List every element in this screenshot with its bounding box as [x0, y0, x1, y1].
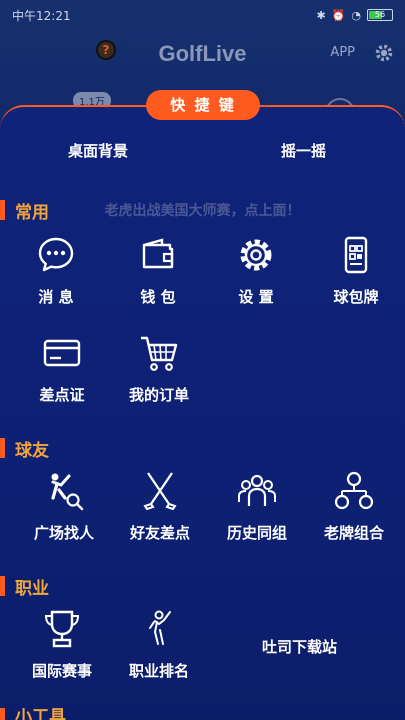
- crossed-clubs-icon: [137, 468, 183, 514]
- panel-title: 快 捷 键: [146, 90, 260, 120]
- battery-level: 56: [374, 10, 386, 19]
- shortcut-bag-tag[interactable]: 球包牌: [306, 232, 405, 322]
- top-actions: 桌面背景 摇一摇: [0, 140, 405, 164]
- wifi-icon: ◔: [351, 8, 361, 22]
- shortcut-label: 设 置: [238, 288, 274, 306]
- golfer-search-icon: [41, 468, 87, 514]
- card-icon: [39, 330, 85, 376]
- qr-tag-icon: [333, 232, 379, 278]
- section-title-pro: 职业: [0, 574, 49, 599]
- app-title: GolfLive: [158, 41, 247, 66]
- shortcut-handicap-card[interactable]: 差点证: [12, 330, 112, 420]
- shortcut-friend-handicap[interactable]: 好友差点: [110, 468, 210, 558]
- bluetooth-icon: ✱: [316, 8, 326, 22]
- status-icons: ✱ ⏰ ◔ 56: [316, 9, 393, 22]
- shortcut-label: 历史同组: [226, 524, 287, 542]
- shortcut-messages[interactable]: 消 息: [6, 232, 106, 322]
- shortcut-label: 我的订单: [128, 386, 189, 404]
- shortcut-wallet[interactable]: 钱 包: [108, 232, 208, 322]
- shortcut-label: 广场找人: [33, 524, 94, 542]
- section-title-tools: 小工具: [0, 708, 66, 720]
- section-title-common: 常用: [0, 198, 49, 223]
- shortcut-label: 球包牌: [333, 288, 379, 306]
- gear-icon: [233, 232, 279, 278]
- shortcut-label: 钱 包: [140, 288, 176, 306]
- shortcut-international-events[interactable]: 国际赛事: [12, 606, 112, 696]
- shortcut-old-combo[interactable]: 老牌组合: [304, 468, 404, 558]
- alarm-icon: ⏰: [331, 8, 346, 22]
- download-site-link[interactable]: 吐司下载站: [262, 636, 337, 657]
- app-header: ? GolfLive APP: [0, 30, 405, 78]
- shortcut-pro-ranking[interactable]: 职业排名: [109, 606, 209, 696]
- settings-gear-icon[interactable]: [373, 42, 395, 64]
- battery-icon: 56: [367, 9, 393, 21]
- help-icon[interactable]: ?: [96, 40, 116, 60]
- shortcut-history-group[interactable]: 历史同组: [207, 468, 307, 558]
- shortcut-label: 职业排名: [128, 662, 189, 680]
- shake-button[interactable]: 摇一摇: [281, 140, 326, 161]
- shortcut-label: 差点证: [39, 386, 85, 404]
- shortcut-label: 好友差点: [129, 524, 190, 542]
- shortcut-settings[interactable]: 设 置: [206, 232, 306, 322]
- network-icon: [331, 468, 377, 514]
- app-link[interactable]: APP: [330, 45, 355, 60]
- trophy-icon: [39, 606, 85, 652]
- shortcut-label: 老牌组合: [323, 524, 384, 542]
- shortcut-find-people[interactable]: 广场找人: [14, 468, 114, 558]
- golfer-swing-icon: [136, 606, 182, 652]
- status-time: 中午12:21: [12, 8, 71, 23]
- cart-icon: [136, 330, 182, 376]
- status-bar: 中午12:21 ✱ ⏰ ◔ 56: [0, 0, 405, 30]
- shortcut-label: 消 息: [38, 288, 74, 306]
- group-icon: [234, 468, 280, 514]
- shortcut-label: 国际赛事: [31, 662, 92, 680]
- chat-icon: [33, 232, 79, 278]
- section-title-friends: 球友: [0, 436, 49, 461]
- shortcut-my-orders[interactable]: 我的订单: [109, 330, 209, 420]
- desktop-background-button[interactable]: 桌面背景: [68, 140, 128, 161]
- wallet-icon: [135, 232, 181, 278]
- marquee-banner[interactable]: 老虎出战美国大师赛，点上面！: [0, 200, 405, 220]
